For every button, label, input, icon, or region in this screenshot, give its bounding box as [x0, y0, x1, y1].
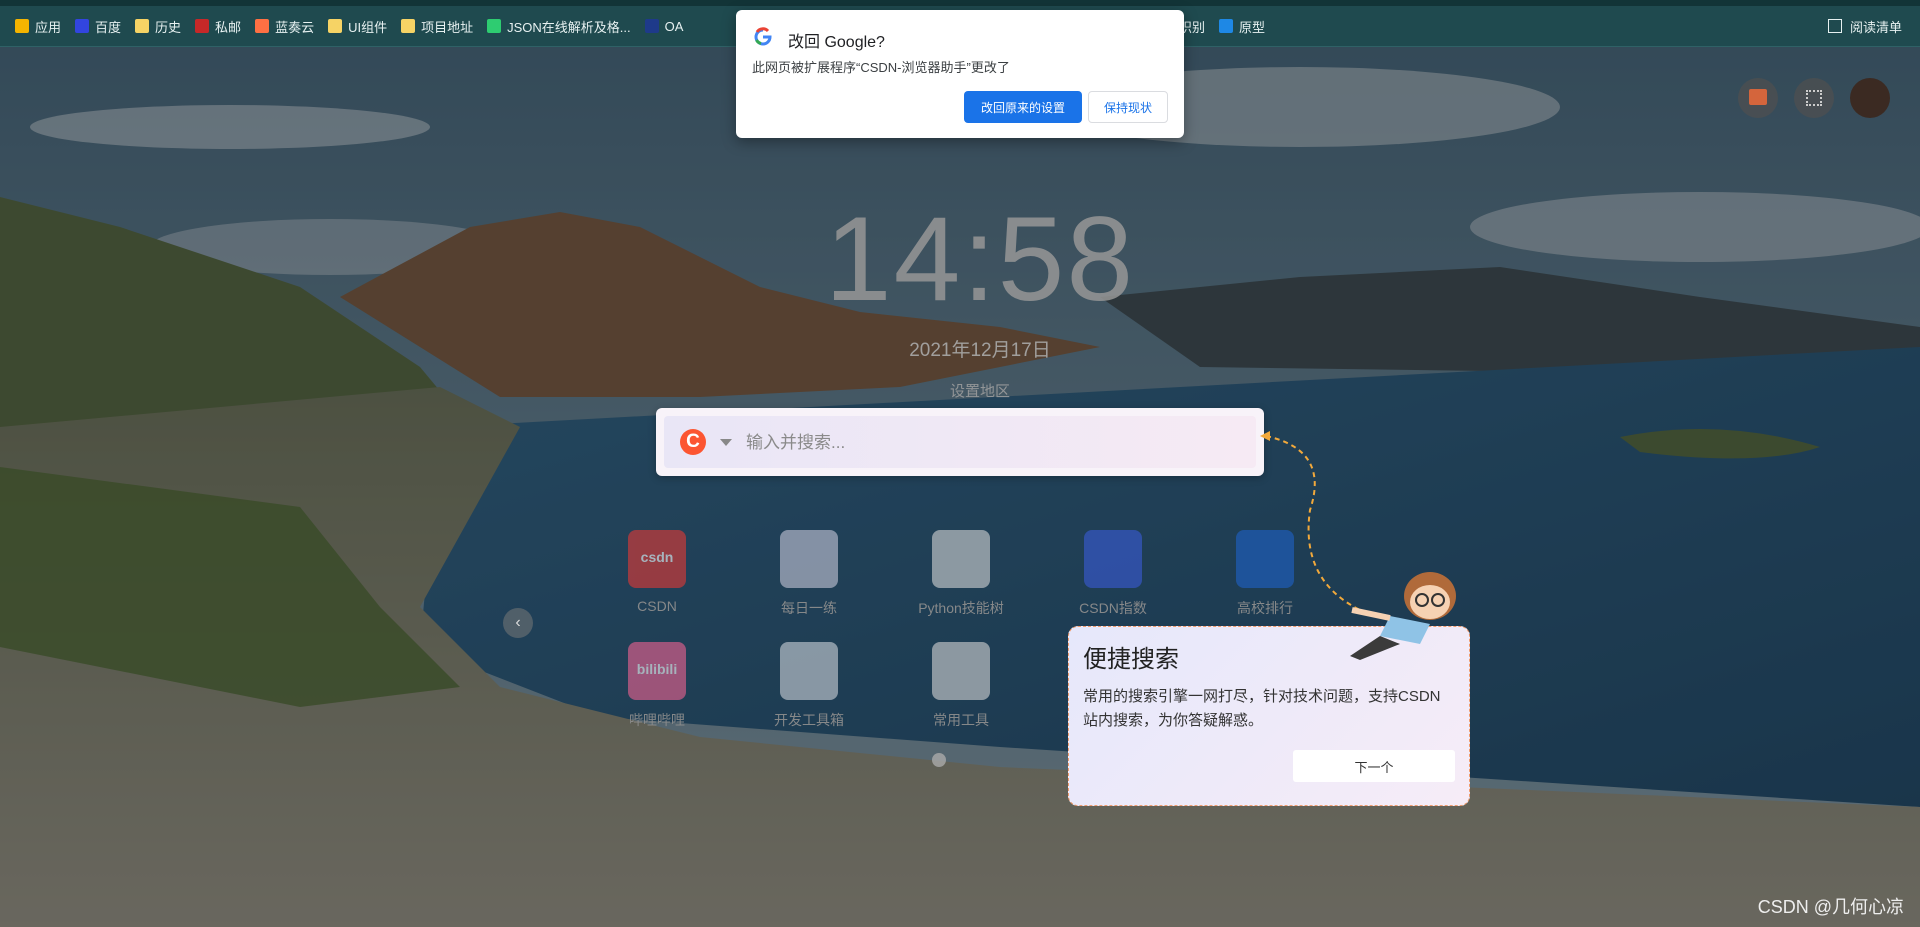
dialog-title: 改回 Google? [788, 34, 885, 51]
bookmark-label: 原型 [1239, 19, 1266, 35]
bookmark-label: 私邮 [215, 19, 242, 35]
shortcut-daily-practice[interactable]: 每日一练 [744, 530, 874, 618]
csdn-c-icon[interactable]: C [680, 429, 706, 455]
common-tools-icon [932, 642, 990, 700]
daily-practice-icon [780, 530, 838, 588]
folder-icon [401, 19, 416, 33]
page-indicator-dot[interactable] [932, 753, 946, 767]
shortcut-label: 高校排行 [1237, 600, 1293, 616]
chevron-down-icon[interactable] [720, 439, 732, 446]
shortcut-common-tools[interactable]: 常用工具 [896, 642, 1026, 730]
folder-icon [328, 19, 343, 33]
google-g-icon [754, 27, 772, 46]
set-region-link[interactable]: 设置地区 [860, 380, 1100, 401]
dialog-description: 此网页被扩展程序“CSDN-浏览器助手”更改了 [752, 60, 1010, 75]
bookmark-item[interactable]: 历史 [128, 12, 188, 40]
bookmark-label: 应用 [35, 19, 62, 35]
university-ranking-icon [1236, 530, 1294, 588]
shortcut-dev-toolbox[interactable]: 开发工具箱 [744, 642, 874, 730]
bookmark-label: 历史 [155, 19, 182, 35]
bookmark-item[interactable]: JSON在线解析及格... [480, 12, 638, 40]
json-icon [487, 19, 502, 33]
shortcut-skill-tree[interactable]: Python技能树 [896, 530, 1026, 618]
shortcut-label: CSDN [637, 598, 677, 614]
watermark: CSDN @几何心凉 [1757, 897, 1904, 917]
user-avatar[interactable] [1850, 78, 1890, 118]
dev-toolbox-icon [780, 642, 838, 700]
bilibili-icon: bilibili [628, 642, 686, 700]
bookmark-label: JSON在线解析及格... [507, 19, 631, 35]
search-box: C [656, 408, 1264, 476]
reading-list-button[interactable]: 阅读清单 [1827, 12, 1902, 40]
chevron-left-icon: ‹ [515, 614, 521, 631]
csdn-index-icon [1084, 530, 1142, 588]
bookmark-item[interactable]: 应用 [8, 12, 68, 40]
apps-grid-button[interactable] [1794, 78, 1834, 118]
shortcut-label: 常用工具 [933, 712, 989, 728]
clock-date: 2021年12月17日 [909, 340, 1051, 361]
mail-icon [195, 19, 210, 33]
bookmark-label: OA [664, 18, 684, 34]
guide-next-button[interactable]: 下一个 [1293, 750, 1455, 782]
gift-icon [1749, 89, 1767, 105]
bookmark-item[interactable]: 蓝奏云 [248, 12, 321, 40]
bookmark-label: 百度 [95, 19, 122, 35]
lanzou-icon [255, 19, 270, 33]
shortcut-csdn[interactable]: csdn CSDN [592, 530, 722, 614]
wallpaper-background [0, 47, 1920, 927]
search-input[interactable] [744, 426, 1238, 460]
grid-icon [1806, 90, 1822, 106]
restore-settings-button[interactable]: 改回原来的设置 [964, 91, 1082, 123]
bookmark-item[interactable]: 百度 [68, 12, 128, 40]
skill-tree-icon [932, 530, 990, 588]
shortcuts-prev-button[interactable]: ‹ [503, 608, 533, 638]
bookmark-item[interactable]: 原型 [1212, 12, 1272, 40]
csdn-icon: csdn [628, 530, 686, 588]
apps-grid-icon [15, 19, 29, 33]
bookmark-label: 蓝奏云 [275, 19, 315, 35]
tile-text: csdn [640, 549, 674, 565]
shortcut-csdn-index[interactable]: CSDN指数 [1048, 530, 1178, 618]
reading-list-label: 阅读清单 [1849, 19, 1902, 35]
guide-text: 常用的搜索引擎一网打尽，针对技术问题，支持CSDN站内搜索，为你答疑解惑。 [1083, 688, 1441, 729]
reading-list-icon [1827, 19, 1842, 33]
prototype-icon [1219, 19, 1234, 33]
shortcut-label: CSDN指数 [1079, 600, 1147, 616]
shortcut-label: Python技能树 [918, 600, 1004, 616]
bookmark-item[interactable]: UI组件 [321, 12, 394, 40]
shortcut-label: 哔哩哔哩 [629, 712, 685, 728]
google-restore-dialog: 改回 Google? 此网页被扩展程序“CSDN-浏览器助手”更改了 改回原来的… [736, 10, 1184, 138]
clock-time: 14:58 [824, 192, 1136, 326]
gift-button[interactable] [1738, 78, 1778, 118]
bookmark-item[interactable]: OA [638, 12, 691, 40]
guide-title: 便捷搜索 [1083, 646, 1179, 673]
bookmark-label: UI组件 [348, 19, 388, 35]
shortcut-bilibili[interactable]: bilibili 哔哩哔哩 [592, 642, 722, 730]
tile-text: bilibili [636, 661, 678, 677]
oa-icon [644, 19, 659, 33]
bookmark-item[interactable]: 项目地址 [394, 12, 480, 40]
bookmark-item[interactable]: 私邮 [188, 12, 248, 40]
folder-icon [135, 19, 150, 33]
bookmark-label: 项目地址 [421, 19, 474, 35]
shortcut-label: 开发工具箱 [774, 712, 844, 728]
baidu-icon [75, 19, 90, 33]
shortcut-university-ranking[interactable]: 高校排行 [1200, 530, 1330, 618]
mascot-illustration [1330, 566, 1470, 666]
keep-settings-button[interactable]: 保持现状 [1088, 91, 1168, 123]
shortcut-label: 每日一练 [781, 600, 837, 616]
